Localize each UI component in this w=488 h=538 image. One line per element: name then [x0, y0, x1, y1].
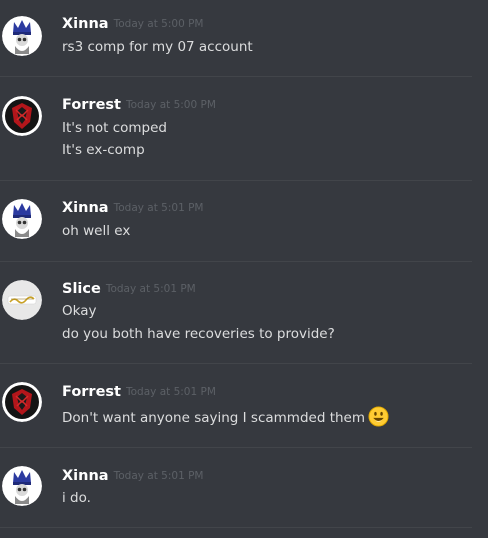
message-timestamp: Today at 5:00 PM: [125, 99, 216, 111]
message-author[interactable]: Xinna Today at 5:00 PM: [62, 15, 204, 33]
message-author[interactable]: Forrest Today at 5:00 PM: [62, 96, 216, 114]
message-divider: [0, 261, 472, 262]
red-crest-avatar-icon[interactable]: [2, 96, 42, 136]
smiley-emoji-icon: [368, 406, 389, 427]
chat-message-list: Xinna Today at 5:00 PM rs3 comp for my 07…: [0, 0, 488, 538]
message-text: rs3 comp for my 07 account: [62, 39, 253, 55]
message-divider: [0, 180, 472, 181]
message-timestamp: Today at 5:01 PM: [113, 202, 204, 214]
message-text: It's ex-comp: [62, 142, 145, 158]
message-author[interactable]: Forrest Today at 5:01 PM: [62, 383, 216, 401]
message-timestamp: Today at 5:00 PM: [113, 18, 204, 30]
message-divider: [0, 363, 472, 364]
message-divider: [0, 447, 472, 448]
message-text: oh well ex: [62, 223, 131, 239]
mage-hat-avatar-icon[interactable]: [2, 199, 42, 239]
message-timestamp: Today at 5:01 PM: [113, 470, 204, 482]
message-text: Okay: [62, 303, 97, 319]
message-divider: [0, 76, 472, 77]
message-text: do you both have recoveries to provide?: [62, 326, 335, 342]
message-author[interactable]: Slice Today at 5:01 PM: [62, 280, 196, 298]
message-timestamp: Today at 5:01 PM: [125, 386, 216, 398]
message-author[interactable]: Xinna Today at 5:01 PM: [62, 467, 204, 485]
message-divider: [0, 527, 472, 528]
red-crest-avatar-icon[interactable]: [2, 382, 42, 422]
message-author[interactable]: Xinna Today at 5:01 PM: [62, 199, 204, 217]
logo-avatar-icon[interactable]: [2, 280, 42, 320]
message-text: i do.: [62, 490, 91, 506]
message-text: It's not comped: [62, 120, 167, 136]
message-timestamp: Today at 5:01 PM: [105, 283, 196, 295]
mage-hat-avatar-icon[interactable]: [2, 466, 42, 506]
message-text: Don't want anyone saying I scammded them: [62, 406, 389, 427]
mage-hat-avatar-icon[interactable]: [2, 16, 42, 56]
